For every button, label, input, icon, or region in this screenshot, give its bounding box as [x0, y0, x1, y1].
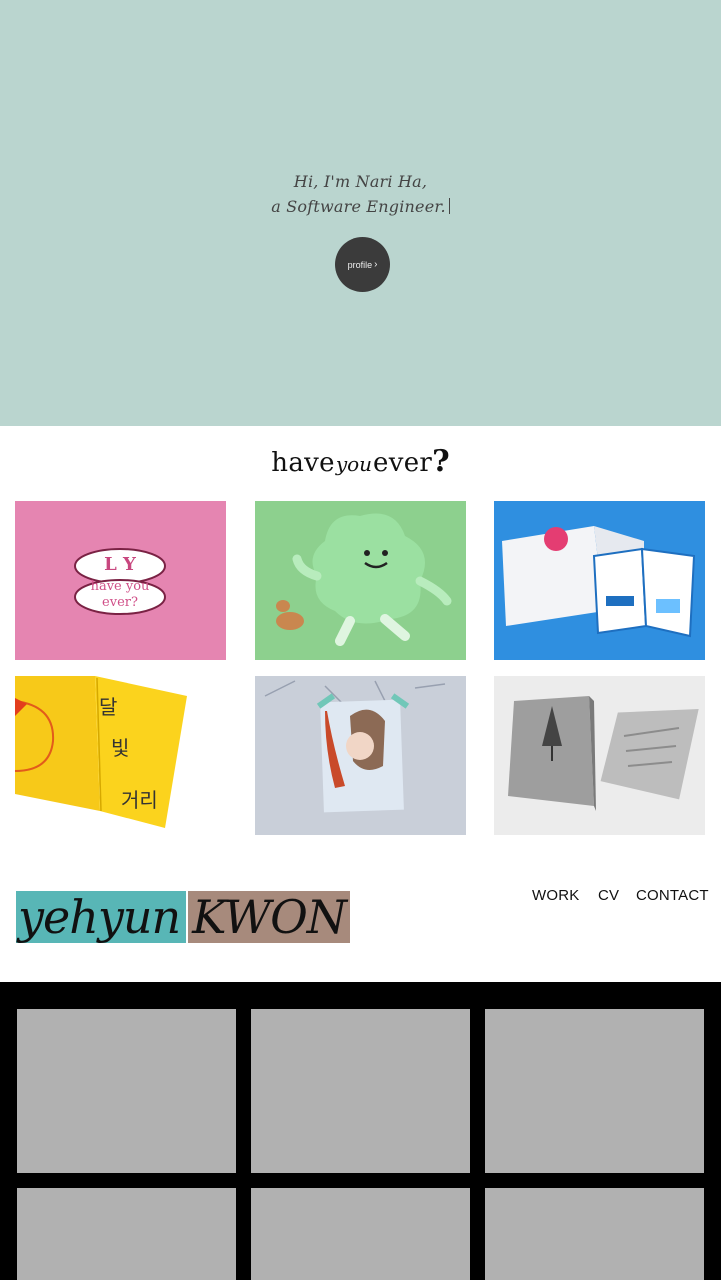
- nav-contact[interactable]: CONTACT: [636, 887, 709, 904]
- logo-last-name-block: KWON: [188, 890, 351, 944]
- movie-poster-image: [264, 680, 446, 813]
- blue-brochure-image: [502, 526, 696, 638]
- yehyun-kwon-logo[interactable]: yehyun KWON: [16, 890, 351, 944]
- green-mascot-image: [276, 513, 452, 646]
- hero-line-2: a Software Engineer.: [271, 197, 446, 216]
- snow-book-card[interactable]: [494, 676, 705, 835]
- logo-last-name: KWON: [192, 890, 347, 944]
- typing-cursor: [448, 198, 450, 214]
- hero-line-1: Hi, I'm Nari Ha,: [293, 172, 428, 191]
- book-text-dal: 달: [99, 697, 118, 719]
- gallery-tile[interactable]: [485, 1009, 704, 1173]
- logo-first-name: yehyun: [18, 890, 181, 944]
- profile-button-label: profile: [347, 259, 373, 270]
- green-mascot-card[interactable]: [255, 501, 466, 660]
- blue-brochure-card[interactable]: [494, 501, 705, 660]
- yehyun-kwon-header: yehyun KWON WORK CV CONTACT: [0, 856, 721, 982]
- book-text-geori: 거리: [121, 790, 158, 812]
- movie-poster-card[interactable]: [255, 676, 466, 835]
- hero-intro: Hi, I'm Nari Ha, a Software Engineer.: [0, 169, 721, 219]
- sticker-text-love: L Y: [104, 554, 136, 575]
- nav-cv[interactable]: CV: [598, 887, 619, 904]
- yellow-book-card[interactable]: 달 빛 거리: [15, 676, 226, 835]
- gallery-tile[interactable]: [485, 1188, 704, 1280]
- logo-word-have: have: [271, 448, 335, 478]
- gallery-section: [0, 982, 721, 1280]
- book-text-bit: 빛: [111, 738, 130, 760]
- gallery-tile[interactable]: [17, 1188, 236, 1280]
- sticker-text-have-you: have you: [90, 579, 150, 594]
- logo-first-name-block: yehyun: [16, 890, 187, 944]
- profile-button[interactable]: profile ›: [335, 237, 390, 292]
- hero-section: Hi, I'm Nari Ha, a Software Engineer. pr…: [0, 0, 721, 426]
- logo-word-ever: ever: [373, 448, 433, 478]
- gallery-tile[interactable]: [17, 1009, 236, 1173]
- logo-word-you: you: [335, 452, 373, 476]
- nav-work[interactable]: WORK: [532, 887, 579, 904]
- have-you-ever-section: haveyouever? L Y have you ever? 달 빛 거리: [0, 426, 721, 856]
- logo-question-mark: ?: [432, 444, 450, 479]
- gallery-tile[interactable]: [251, 1188, 470, 1280]
- chevron-right-icon: ›: [374, 259, 378, 270]
- snow-book-image: [508, 696, 699, 811]
- gallery-tile[interactable]: [251, 1009, 470, 1173]
- love-have-you-ever-card[interactable]: L Y have you ever?: [15, 501, 226, 660]
- sticker-text-ever: ever?: [102, 595, 138, 610]
- have-you-ever-logo[interactable]: haveyouever?: [0, 444, 721, 479]
